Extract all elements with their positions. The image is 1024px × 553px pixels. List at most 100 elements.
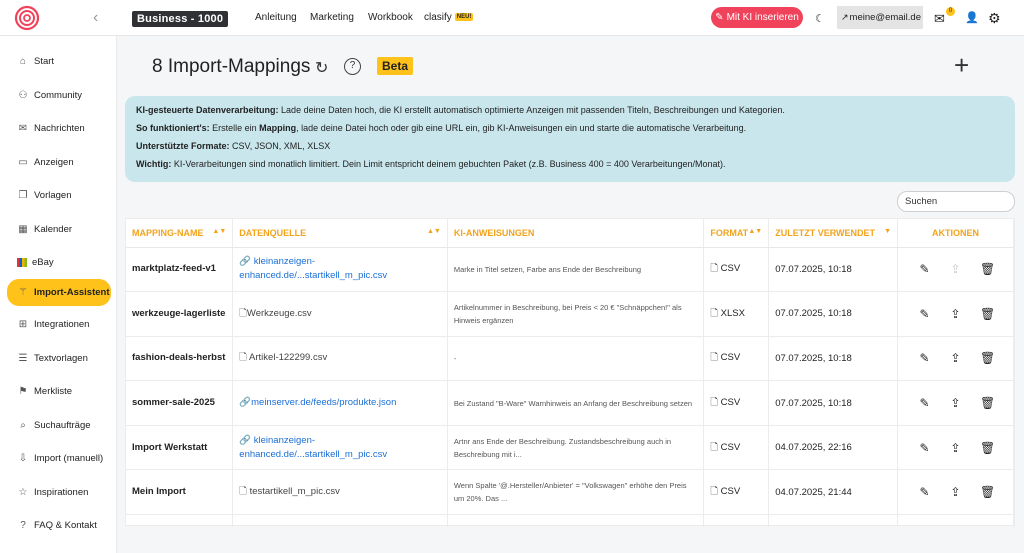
table-row[interactable]: sommer-sale-2025 🔗meinserver.de/feeds/pr…	[126, 380, 1014, 426]
source-text: Artikel-122299.csv	[249, 352, 328, 364]
add-mapping-button[interactable]: +	[954, 52, 969, 78]
nav-workbook[interactable]: Workbook	[368, 12, 413, 23]
table-row[interactable]: fashion-deals-herbst 🗋 Artikel-122299.cs…	[126, 336, 1014, 382]
mappings-table: Mapping-Name ▲▼ Datenquelle ▲▼ KI-Anweisun…	[125, 218, 1015, 527]
mapping-name: marktplatz-feed-v1	[126, 247, 234, 293]
nav-anleitung[interactable]: Anleitung	[255, 12, 297, 23]
sidebar-item-vorlagen[interactable]: ❐ Vorlagen	[7, 183, 111, 207]
user-icon[interactable]: 👤	[965, 11, 979, 24]
mail-count-badge: 0	[946, 7, 955, 16]
table-row[interactable]: marktplatz-feed-v1 🔗 kleinanzeigen-enhan…	[126, 247, 1014, 293]
sidebar-item-import-manuell[interactable]: ⇩ Import (manuell)	[7, 446, 111, 470]
collapse-sidebar-icon[interactable]: ‹	[93, 9, 98, 27]
sidebar-item-merkliste[interactable]: ⚑ Merkliste	[7, 379, 111, 403]
empty-cell	[232, 514, 448, 527]
info-text: , lade deine Datei hoch oder gib eine UR…	[296, 123, 747, 133]
table-row[interactable]: Mein Import 🗋 testartikell_m_pic.csv Wen…	[126, 469, 1014, 516]
table-row[interactable]: Import Werkstatt 🔗 kleinanzeigen-enhance…	[126, 425, 1014, 471]
nav-marketing[interactable]: Marketing	[310, 12, 354, 23]
last-used: 07.07.2025, 10:18	[768, 291, 899, 337]
info-text: Erstelle ein	[209, 123, 260, 133]
trash-icon[interactable]: 🗑	[980, 262, 995, 276]
upload-icon[interactable]: ⇪	[949, 441, 962, 455]
column-header-zuletzt-verwendet[interactable]: Zuletzt verwendet ▼	[768, 219, 899, 248]
empty-cell	[768, 514, 899, 527]
file-icon: 🗋	[239, 486, 250, 498]
info-label: So funktioniert's:	[136, 123, 210, 133]
question-icon: ?	[20, 519, 26, 531]
ki-insert-label: Mit KI inserieren	[726, 12, 799, 23]
sidebar-item-ebay[interactable]: eBay	[7, 250, 111, 274]
users-icon: ⚇	[18, 89, 28, 101]
trash-icon[interactable]: 🗑	[980, 396, 995, 410]
trash-icon[interactable]: 🗑	[980, 485, 995, 499]
row-actions: ✎ ⇪ 🗑	[897, 469, 1014, 516]
file-icon: 🗋	[239, 352, 250, 364]
empty-cell	[447, 514, 705, 527]
ki-insert-button[interactable]: ✎ Mit KI inserieren	[711, 7, 803, 28]
upload-icon[interactable]: ⇪	[949, 485, 962, 499]
source-link[interactable]: 🔗 kleinanzeigen-enhanced.de/...startikel…	[232, 247, 448, 293]
last-used: 07.07.2025, 10:18	[768, 336, 899, 382]
sidebar-item-kalender[interactable]: ▦ Kalender	[7, 217, 111, 241]
edit-icon[interactable]: ✎	[918, 351, 931, 365]
top-bar: ‹ Business - 1000 Anleitung Marketing Wo…	[0, 0, 1024, 36]
row-actions: ✎ ⇪ 🗑	[897, 291, 1014, 337]
source-link[interactable]: 🔗meinserver.de/feeds/produkte.json	[232, 380, 448, 426]
column-header-format[interactable]: Format ▲▼	[703, 219, 770, 248]
edit-icon[interactable]: ✎	[918, 485, 931, 499]
edit-icon[interactable]: ✎	[918, 396, 931, 410]
email-field[interactable]: ↗ meine@email.de	[837, 6, 923, 29]
format-cell: 🗋 XLSX	[703, 291, 770, 337]
info-line-4: Wichtig: KI-Verarbeitungen sind monatlic…	[136, 159, 1004, 177]
column-header-datenquelle[interactable]: Datenquelle ▲▼	[232, 219, 448, 248]
sidebar-item-textvorlagen[interactable]: ☰ Textvorlagen	[7, 346, 111, 370]
upload-icon[interactable]: ⇪	[949, 307, 962, 321]
sidebar-item-suchauftraege[interactable]: ⌕ Suchaufträge	[7, 413, 111, 437]
upload-icon[interactable]: ⇪	[949, 351, 962, 365]
search-input[interactable]	[897, 191, 1015, 212]
column-header-mapping-name[interactable]: Mapping-Name ▲▼	[126, 219, 234, 248]
envelope-icon: ✉	[18, 122, 28, 134]
sidebar-item-faq-kontakt[interactable]: ? FAQ & Kontakt	[7, 513, 111, 537]
sidebar-item-label: eBay	[32, 256, 54, 268]
trash-icon[interactable]: 🗑	[980, 307, 995, 321]
dark-mode-icon[interactable]: ☾	[815, 12, 825, 25]
refresh-icon[interactable]: ↻	[315, 58, 328, 78]
format-value: XLSX	[720, 307, 745, 319]
sidebar-item-inspirationen[interactable]: ☆ Inspirationen	[7, 480, 111, 504]
file-icon: 🗋	[710, 352, 718, 364]
sidebar-item-start[interactable]: ⌂ Start	[7, 49, 111, 73]
gear-icon[interactable]: ⚙	[988, 10, 1001, 27]
email-value: meine@email.de	[849, 12, 921, 23]
last-used: 07.07.2025, 10:18	[768, 380, 899, 426]
mail-icon[interactable]: ✉	[934, 11, 945, 27]
format-value: CSV	[720, 352, 741, 364]
app-logo[interactable]	[14, 5, 40, 31]
last-used: 04.07.2025, 22:16	[768, 425, 899, 471]
sort-desc-icon: ▼	[884, 227, 892, 235]
sidebar-item-anzeigen[interactable]: ▭ Anzeigen	[7, 150, 111, 174]
sidebar-item-community[interactable]: ⚇ Community	[7, 83, 111, 107]
edit-icon[interactable]: ✎	[918, 441, 931, 455]
table-row[interactable]: werkzeuge-lagerliste 🗋Werkzeuge.csv Arti…	[126, 291, 1014, 337]
info-text: CSV, JSON, XML, XLSX	[229, 141, 331, 151]
nav-clasify[interactable]: clasify NEU!	[424, 12, 474, 23]
column-header-aktionen: Aktionen	[897, 219, 1014, 248]
sidebar-item-integrationen[interactable]: ⊞ Integrationen	[7, 312, 111, 336]
edit-icon[interactable]: ✎	[918, 307, 931, 321]
edit-icon[interactable]: ✎	[918, 262, 931, 276]
help-icon[interactable]: ?	[344, 58, 361, 75]
info-label: Unterstützte Formate:	[136, 141, 230, 151]
external-link-icon: ↗	[841, 12, 849, 22]
upload-icon[interactable]: ⇪	[949, 396, 962, 410]
trash-icon[interactable]: 🗑	[980, 441, 995, 455]
sidebar-item-import-assistent[interactable]: ⚚ Import-Assistent	[7, 279, 111, 306]
sidebar-item-nachrichten[interactable]: ✉ Nachrichten	[7, 116, 111, 140]
trash-icon[interactable]: 🗑	[980, 351, 995, 365]
upload-icon: ⇪	[950, 262, 961, 277]
plan-badge[interactable]: Business - 1000	[132, 11, 229, 27]
column-label: Mapping-Name	[132, 227, 204, 238]
beta-badge: Beta	[377, 57, 414, 75]
source-link[interactable]: 🔗 kleinanzeigen-enhanced.de/...startikel…	[232, 425, 448, 471]
